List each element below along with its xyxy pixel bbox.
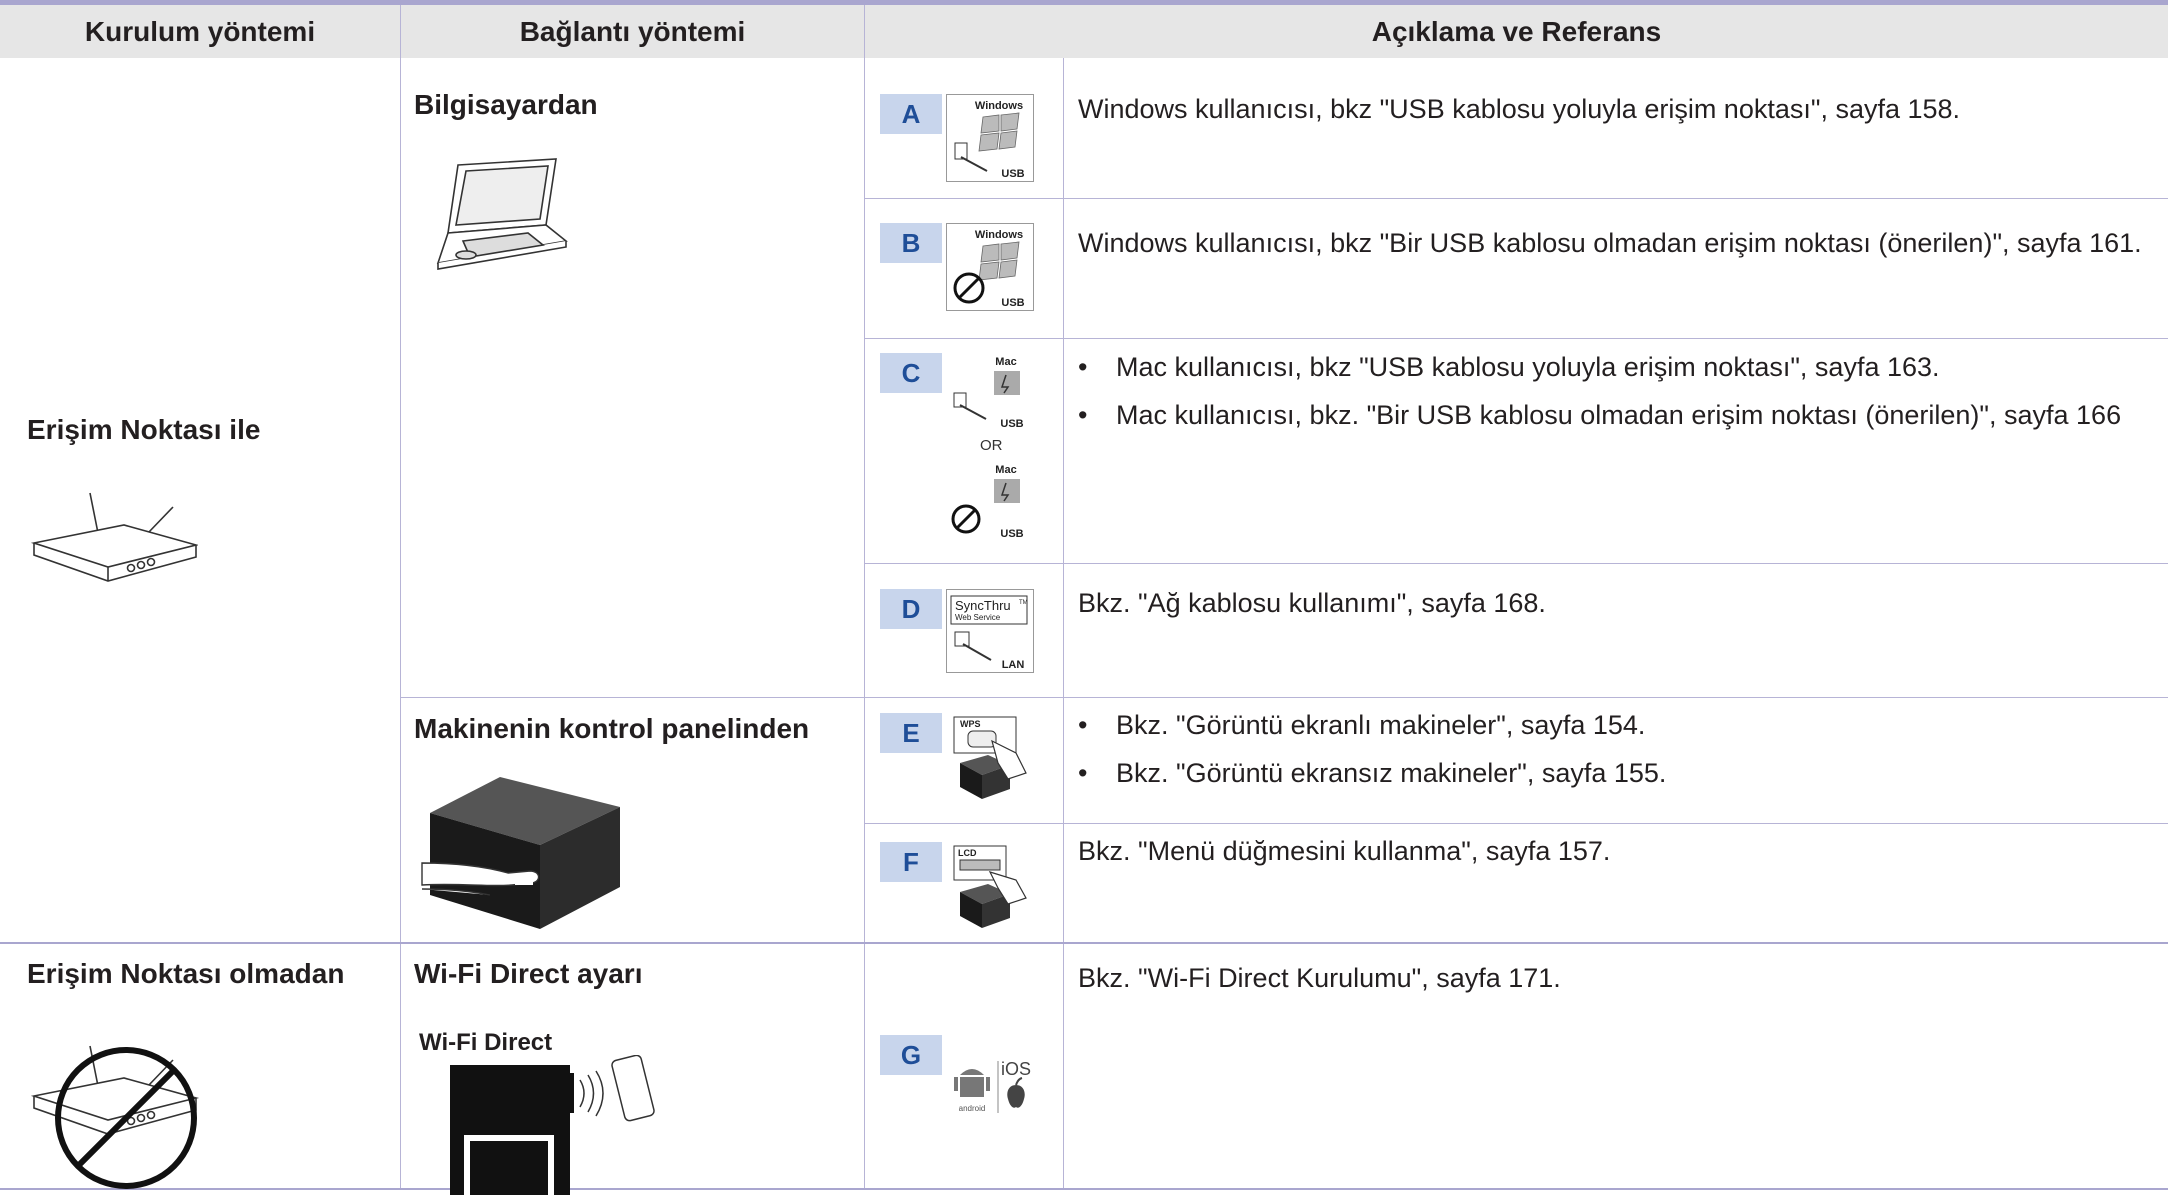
connection-wifi-direct: Wi-Fi Direct ayarı: [414, 958, 643, 989]
list-item: • Mac kullanıcısı, bkz "USB kablosu yoluy…: [1078, 352, 1940, 382]
windows-no-usb-icon: Windows USB: [946, 223, 1034, 311]
divider: [864, 563, 2168, 564]
list-item: • Mac kullanıcısı, bkz. "Bir USB kablosu …: [1078, 400, 2122, 430]
svg-text:Web Service: Web Service: [955, 613, 1001, 622]
option-badge-f: F: [880, 842, 942, 882]
svg-text:Windows: Windows: [975, 100, 1023, 112]
list-item: • Bkz. "Görüntü ekranlı makineler", sayfa…: [1078, 710, 1646, 740]
option-badge-c: C: [880, 353, 942, 393]
lcd-menu-icon: LCD: [946, 842, 1034, 930]
setup-table: Kurulum yöntemi Bağlantı yöntemi Açıklam…: [0, 5, 2168, 1195]
divider: [864, 198, 2168, 199]
wifi-direct-illustration: [450, 1055, 655, 1195]
connection-from-control-panel: Makinenin kontrol panelinden: [414, 713, 810, 744]
option-badge-g: G: [880, 1035, 942, 1075]
header-description: Açıklama ve Referans: [865, 5, 2168, 58]
laptop-illustration: [436, 158, 568, 270]
svg-text:LAN: LAN: [1002, 659, 1025, 671]
mac-no-usb-icon: Mac USB: [946, 461, 1034, 541]
mac-usb-icon: Mac USB: [946, 353, 1034, 431]
svg-text:SyncThru: SyncThru: [955, 598, 1011, 613]
option-badge-e: E: [880, 713, 942, 753]
windows-usb-icon: Windows USB: [946, 94, 1034, 182]
header-setup-method: Kurulum yöntemi: [0, 5, 400, 58]
syncthru-lan-icon: SyncThru TM Web Service LAN: [946, 589, 1034, 673]
setup-table-page: Kurulum yöntemi Bağlantı yöntemi Açıklam…: [0, 0, 2168, 1195]
svg-text:android: android: [959, 1104, 986, 1113]
wifi-direct-logo: Wi-Fi Direct: [419, 1029, 553, 1056]
option-description-c: • Mac kullanıcısı, bkz "USB kablosu yoluy…: [1078, 339, 2148, 435]
option-badge-d: D: [880, 589, 942, 629]
list-item: • Bkz. "Görüntü ekransız makineler", sayf…: [1078, 758, 1667, 788]
or-label: OR: [980, 437, 1003, 454]
option-badge-b: B: [880, 223, 942, 263]
wps-button-icon: WPS: [946, 713, 1034, 805]
setup-without-access-point: Erişim Noktası olmadan: [27, 958, 345, 989]
svg-text:USB: USB: [1000, 418, 1023, 430]
option-description-a: Windows kullanıcısı, bkz "USB kablosu yo…: [1078, 94, 1961, 124]
option-description-e: • Bkz. "Görüntü ekranlı makineler", sayfa…: [1078, 705, 2148, 793]
setup-with-access-point: Erişim Noktası ile: [27, 414, 261, 445]
divider: [0, 1188, 2168, 1190]
svg-text:iOS: iOS: [1001, 1059, 1031, 1079]
router-illustration: [30, 492, 198, 582]
android-ios-icon: android iOS: [946, 1035, 1034, 1121]
option-badge-a: A: [880, 94, 942, 134]
svg-text:USB: USB: [1001, 168, 1024, 180]
no-router-illustration: [30, 1045, 200, 1189]
divider: [400, 5, 401, 1190]
connection-from-computer: Bilgisayardan: [414, 89, 598, 120]
option-description-d: Bkz. "Ağ kablosu kullanımı", sayfa 168.: [1078, 588, 1546, 618]
svg-text:Mac: Mac: [995, 464, 1016, 476]
svg-text:USB: USB: [1000, 528, 1023, 540]
header-connection-method: Bağlantı yöntemi: [401, 5, 864, 58]
divider: [401, 697, 2168, 698]
svg-text:Mac: Mac: [995, 356, 1016, 368]
divider: [864, 823, 2168, 824]
divider: [864, 5, 865, 1190]
divider: [0, 942, 2168, 944]
svg-text:Windows: Windows: [975, 229, 1023, 241]
option-description-g: Bkz. "Wi-Fi Direct Kurulumu", sayfa 171.: [1078, 963, 1561, 993]
svg-text:TM: TM: [1019, 600, 1028, 606]
svg-text:USB: USB: [1001, 297, 1024, 309]
option-description-f: Bkz. "Menü düğmesini kullanma", sayfa 15…: [1078, 836, 1611, 866]
divider: [1063, 58, 1064, 1190]
printer-panel-illustration: [421, 777, 620, 929]
svg-text:WPS: WPS: [960, 719, 981, 729]
option-description-b: Windows kullanıcısı, bkz "Bir USB kablos…: [1078, 228, 2142, 258]
svg-text:LCD: LCD: [958, 848, 977, 858]
